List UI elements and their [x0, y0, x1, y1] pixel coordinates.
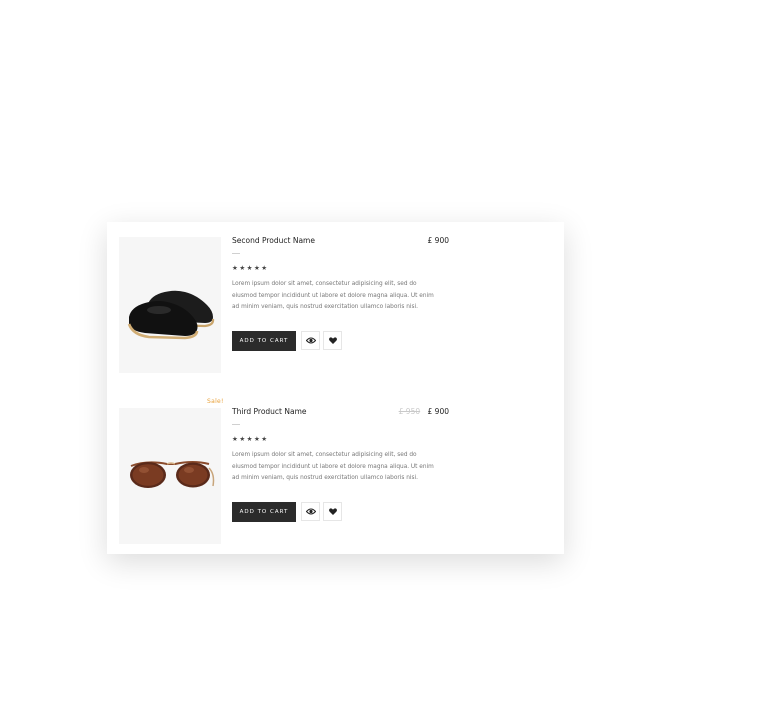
heart-icon — [328, 337, 337, 344]
product-list-card: Second Product Name £ 900 ★★★★★ Lorem ip… — [107, 222, 564, 554]
wishlist-button[interactable] — [323, 331, 342, 350]
eye-icon — [305, 508, 316, 515]
product-price-group: £ 900 — [423, 236, 449, 245]
sale-badge: Sale! — [207, 398, 224, 405]
product-description: Lorem ipsum dolor sit amet, consectetur … — [232, 452, 434, 481]
heart-icon — [328, 508, 337, 515]
quick-view-button[interactable] — [301, 331, 320, 350]
current-price: £ 900 — [427, 407, 449, 416]
quick-view-button[interactable] — [301, 502, 320, 521]
product-image-sunglasses[interactable] — [119, 408, 221, 544]
product-name[interactable]: Second Product Name — [232, 236, 315, 245]
old-price: £ 950 — [398, 407, 421, 416]
rating-stars: ★★★★★ — [232, 435, 269, 443]
rating-stars: ★★★★★ — [232, 264, 269, 272]
current-price: £ 900 — [427, 236, 449, 245]
product-name[interactable]: Third Product Name — [232, 407, 307, 416]
add-to-cart-button[interactable]: ADD TO CART — [232, 331, 296, 351]
product-price-group: £ 950 £ 900 — [399, 407, 449, 416]
product-image-shoes[interactable] — [119, 237, 221, 373]
divider — [232, 253, 240, 254]
wishlist-button[interactable] — [323, 502, 342, 521]
eye-icon — [305, 337, 316, 344]
add-to-cart-button[interactable]: ADD TO CART — [232, 502, 296, 522]
divider — [232, 424, 240, 425]
product-description: Lorem ipsum dolor sit amet, consectetur … — [232, 281, 434, 310]
